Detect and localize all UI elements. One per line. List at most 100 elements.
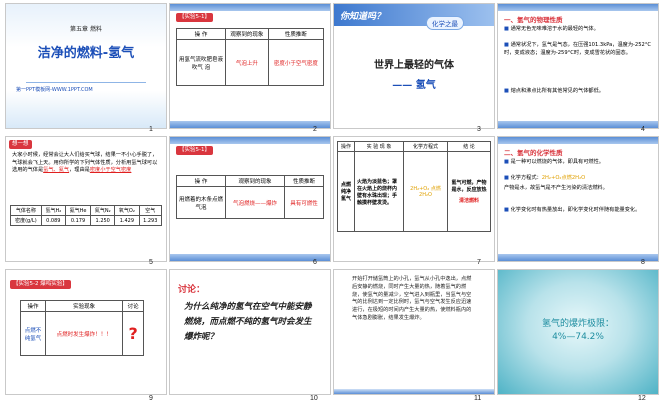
slide-number-9: 9 — [149, 395, 153, 402]
slide-title: 洁净的燃料-氢气 — [37, 46, 135, 61]
footer-bar — [498, 121, 658, 128]
experiment-table: 操 作观察到的现象 性质推断 用氢气流吹肥皂液吹气 泡气泡上升 密度小于空气密度 — [176, 28, 325, 86]
explosion-table: 操作 实验现象 讨论 点燃不纯氢气 点燃时发生爆炸！！！ ? — [20, 300, 144, 356]
equation-cell: 2H₂+O₂ 点燃 2H₂O — [403, 151, 448, 232]
question-mark: ? — [122, 311, 144, 356]
slide-thumb-2[interactable]: 【实验5-1】 操 作观察到的现象 性质推断 用氢气流吹肥皂液吹气 泡气泡上升 密度… — [170, 4, 330, 128]
col-obs: 实 验 现 象 — [354, 141, 404, 152]
obs-cell: 点燃时发生爆炸！！！ — [44, 311, 124, 356]
inf-cell: 密度小于空气密度 — [267, 39, 325, 86]
slide-thumb-9[interactable]: 【实验5-2 爆鸣实验】 操作 实验现象 讨论 点燃不纯氢气 点燃时发生爆炸！！！ … — [6, 270, 166, 394]
experiment-tag: 【实验5-1】 — [176, 146, 213, 155]
col-disc: 讨论 — [122, 300, 144, 312]
bullet-1: ■ 通常无色无味难溶于水的最轻的气体。 — [504, 26, 599, 32]
answer-gases: 氢气、氦气 — [43, 167, 70, 173]
slide-thumb-5[interactable]: 想一想 大家小时候，经常会让大人们给买气球，结果一不小心手脱了，气球就会飞上天。… — [6, 137, 166, 261]
slide-number-12: 12 — [638, 395, 646, 402]
headline: 世界上最轻的气体 — [374, 60, 454, 71]
bullet-4: ■ 化学变化时有热量放出，即化学变化时伴随有能量变化。 — [504, 207, 641, 213]
col-op: 操作 — [337, 141, 355, 152]
slide-thumb-10[interactable]: 讨论： 为什么纯净的氢气在空气中能安静燃烧，而点燃不纯的氢气时会发生爆炸呢？ — [170, 270, 330, 394]
obs-cell: 气泡燃烧——爆炸 — [225, 186, 285, 219]
slide-thumb-7[interactable]: 操作 实 验 现 象 化学方程式 结 论 点燃纯净氢气 火焰为淡蓝色；罩在火焰上… — [334, 137, 494, 261]
slide-thumb-11[interactable]: 开始打开储氢筒上的小孔，氢气从小孔中逸出，点燃后安静的燃烧，同时产生大量的热，随… — [334, 270, 494, 394]
slide-number-6: 6 — [313, 259, 317, 266]
density-h2: 0.089 — [40, 215, 66, 226]
inf-cell: 具有可燃性 — [283, 186, 325, 219]
question-text: 大家小时候，经常会让大人们给买气球，结果一不小心手脱了，气球就会飞上天。用你所学… — [12, 152, 158, 173]
op-cell: 用燃着的木条点燃气泡 — [176, 186, 226, 219]
slide-thumb-3[interactable]: 你知道吗？ 化学之最 世界上最轻的气体 —— 氢气 — [334, 4, 494, 128]
conclusion-cell: 氢气可燃，产物是水，反应放热 清洁燃料 — [447, 151, 491, 232]
deco-line — [26, 82, 146, 83]
op-cell: 点燃纯净氢气 — [337, 151, 355, 232]
slide-number-7: 7 — [477, 259, 481, 266]
slide-number-1: 1 — [149, 126, 153, 133]
experiment-tag: 【实验5-2 爆鸣实验】 — [10, 280, 71, 289]
op-cell: 用氢气流吹肥皂液吹气 泡 — [176, 39, 226, 86]
density-he: 0.179 — [64, 215, 92, 226]
explanation-text: 开始打开储氢筒上的小孔，氢气从小孔中逸出，点燃后安静的燃烧，同时产生大量的热，随… — [352, 276, 472, 321]
th-h2: 氢气H₂ — [40, 205, 66, 216]
density-label: 密度(g/L) — [10, 215, 42, 226]
question-heading: 你知道吗？ — [340, 12, 386, 22]
chapter-label: 第五章 燃料 — [70, 26, 102, 33]
th-air: 空气 — [138, 205, 163, 216]
obs-cell: 火焰为淡蓝色；罩在火焰上的烧杯内壁有水珠出现；手触摸杯壁发烫。 — [354, 151, 404, 232]
col-inf: 性质推断 — [267, 28, 325, 40]
section-heading: 二、氢气的化学性质 — [504, 149, 563, 157]
obs-cell: 气泡上升 — [225, 39, 269, 86]
section-heading: 一、氢气的物理性质 — [504, 16, 563, 24]
op-cell: 点燃不纯氢气 — [20, 311, 46, 356]
bullet-3: ■ 熔点和沸点比所有其他常见的气体都低。 — [504, 88, 604, 94]
slide-number-5: 5 — [149, 259, 153, 266]
footer-bar — [170, 254, 330, 261]
density-air: 1.293 — [138, 215, 163, 226]
template-link[interactable]: 第一PPT模板网-WWW.1PPT.COM — [16, 86, 93, 93]
slide-number-2: 2 — [313, 126, 317, 133]
slide-thumb-6[interactable]: 【实验5-1】 操 作观察到的现象 性质推断 用燃着的木条点燃气泡 气泡燃烧——爆炸… — [170, 137, 330, 261]
bullet-3: 产物是水，故氢气是不产生污染的清洁燃料。 — [504, 185, 608, 191]
slide-thumb-1[interactable]: 第五章 燃料 洁净的燃料-氢气 第一PPT模板网-WWW.1PPT.COM — [6, 4, 166, 128]
combustion-table: 操作 实 验 现 象 化学方程式 结 论 点燃纯净氢气 火焰为淡蓝色；罩在火焰上… — [337, 141, 491, 232]
col-op: 操作 — [20, 300, 46, 312]
col-op: 操 作 — [176, 28, 226, 40]
col-inf: 性质推断 — [283, 175, 325, 187]
col-obs: 观察到的现象 — [225, 28, 269, 40]
slide-number-4: 4 — [641, 126, 645, 133]
title-banner — [6, 4, 166, 128]
footer-bar — [498, 254, 658, 261]
experiment-table: 操 作观察到的现象 性质推断 用燃着的木条点燃气泡 气泡燃烧——爆炸 具有可燃性 — [176, 175, 325, 219]
slide-number-3: 3 — [477, 126, 481, 133]
th-o2: 氧气O₂ — [114, 205, 140, 216]
slide-number-10: 10 — [310, 395, 318, 402]
badge: 化学之最 — [426, 16, 464, 30]
header-bar — [498, 4, 658, 11]
slide-number-11: 11 — [474, 395, 482, 402]
limit-title: 氢气的爆炸极限： — [541, 319, 614, 329]
slide-thumb-8[interactable]: 二、氢气的化学性质 ■ 是一种可以燃烧的气体，即具有可燃性。 ■ 化学方程式：2… — [498, 137, 658, 261]
col-op: 操 作 — [176, 175, 226, 187]
answer-reason: 密度小于空气密度 — [89, 167, 132, 173]
header-bar — [170, 4, 330, 11]
col-obs: 观察到的现象 — [225, 175, 285, 187]
slide-thumb-4[interactable]: 一、氢气的物理性质 ■ 通常无色无味难溶于水的最轻的气体。 ■ 通常状况下，氢气… — [498, 4, 658, 128]
footer-bar — [334, 389, 494, 394]
limit-range: 4%—74.2% — [552, 332, 604, 342]
headline-2: —— 氢气 — [392, 80, 436, 91]
density-n2: 1.250 — [90, 215, 116, 226]
slide-thumb-12[interactable]: 氢气的爆炸极限： 4%—74.2% — [498, 270, 658, 394]
discussion-text: 为什么纯净的氢气在空气中能安静燃烧，而点燃不纯的氢气时会发生爆炸呢？ — [184, 302, 312, 342]
experiment-tag: 【实验5-1】 — [176, 13, 213, 22]
col-eq: 化学方程式 — [403, 141, 448, 152]
think-badge: 想一想 — [9, 140, 32, 149]
th-n2: 氮气N₂ — [90, 205, 116, 216]
slide-number-8: 8 — [641, 259, 645, 266]
density-o2: 1.429 — [114, 215, 140, 226]
header-bar — [498, 137, 658, 144]
footer-bar — [170, 121, 330, 128]
th-he: 氦气He — [64, 205, 92, 216]
col-obs: 实验现象 — [44, 300, 124, 312]
bullet-2: ■ 通常状况下，氢气是气态，在压强101.3kPa，温度为-252°C时，变成液… — [504, 42, 652, 56]
col-con: 结 论 — [447, 141, 491, 152]
